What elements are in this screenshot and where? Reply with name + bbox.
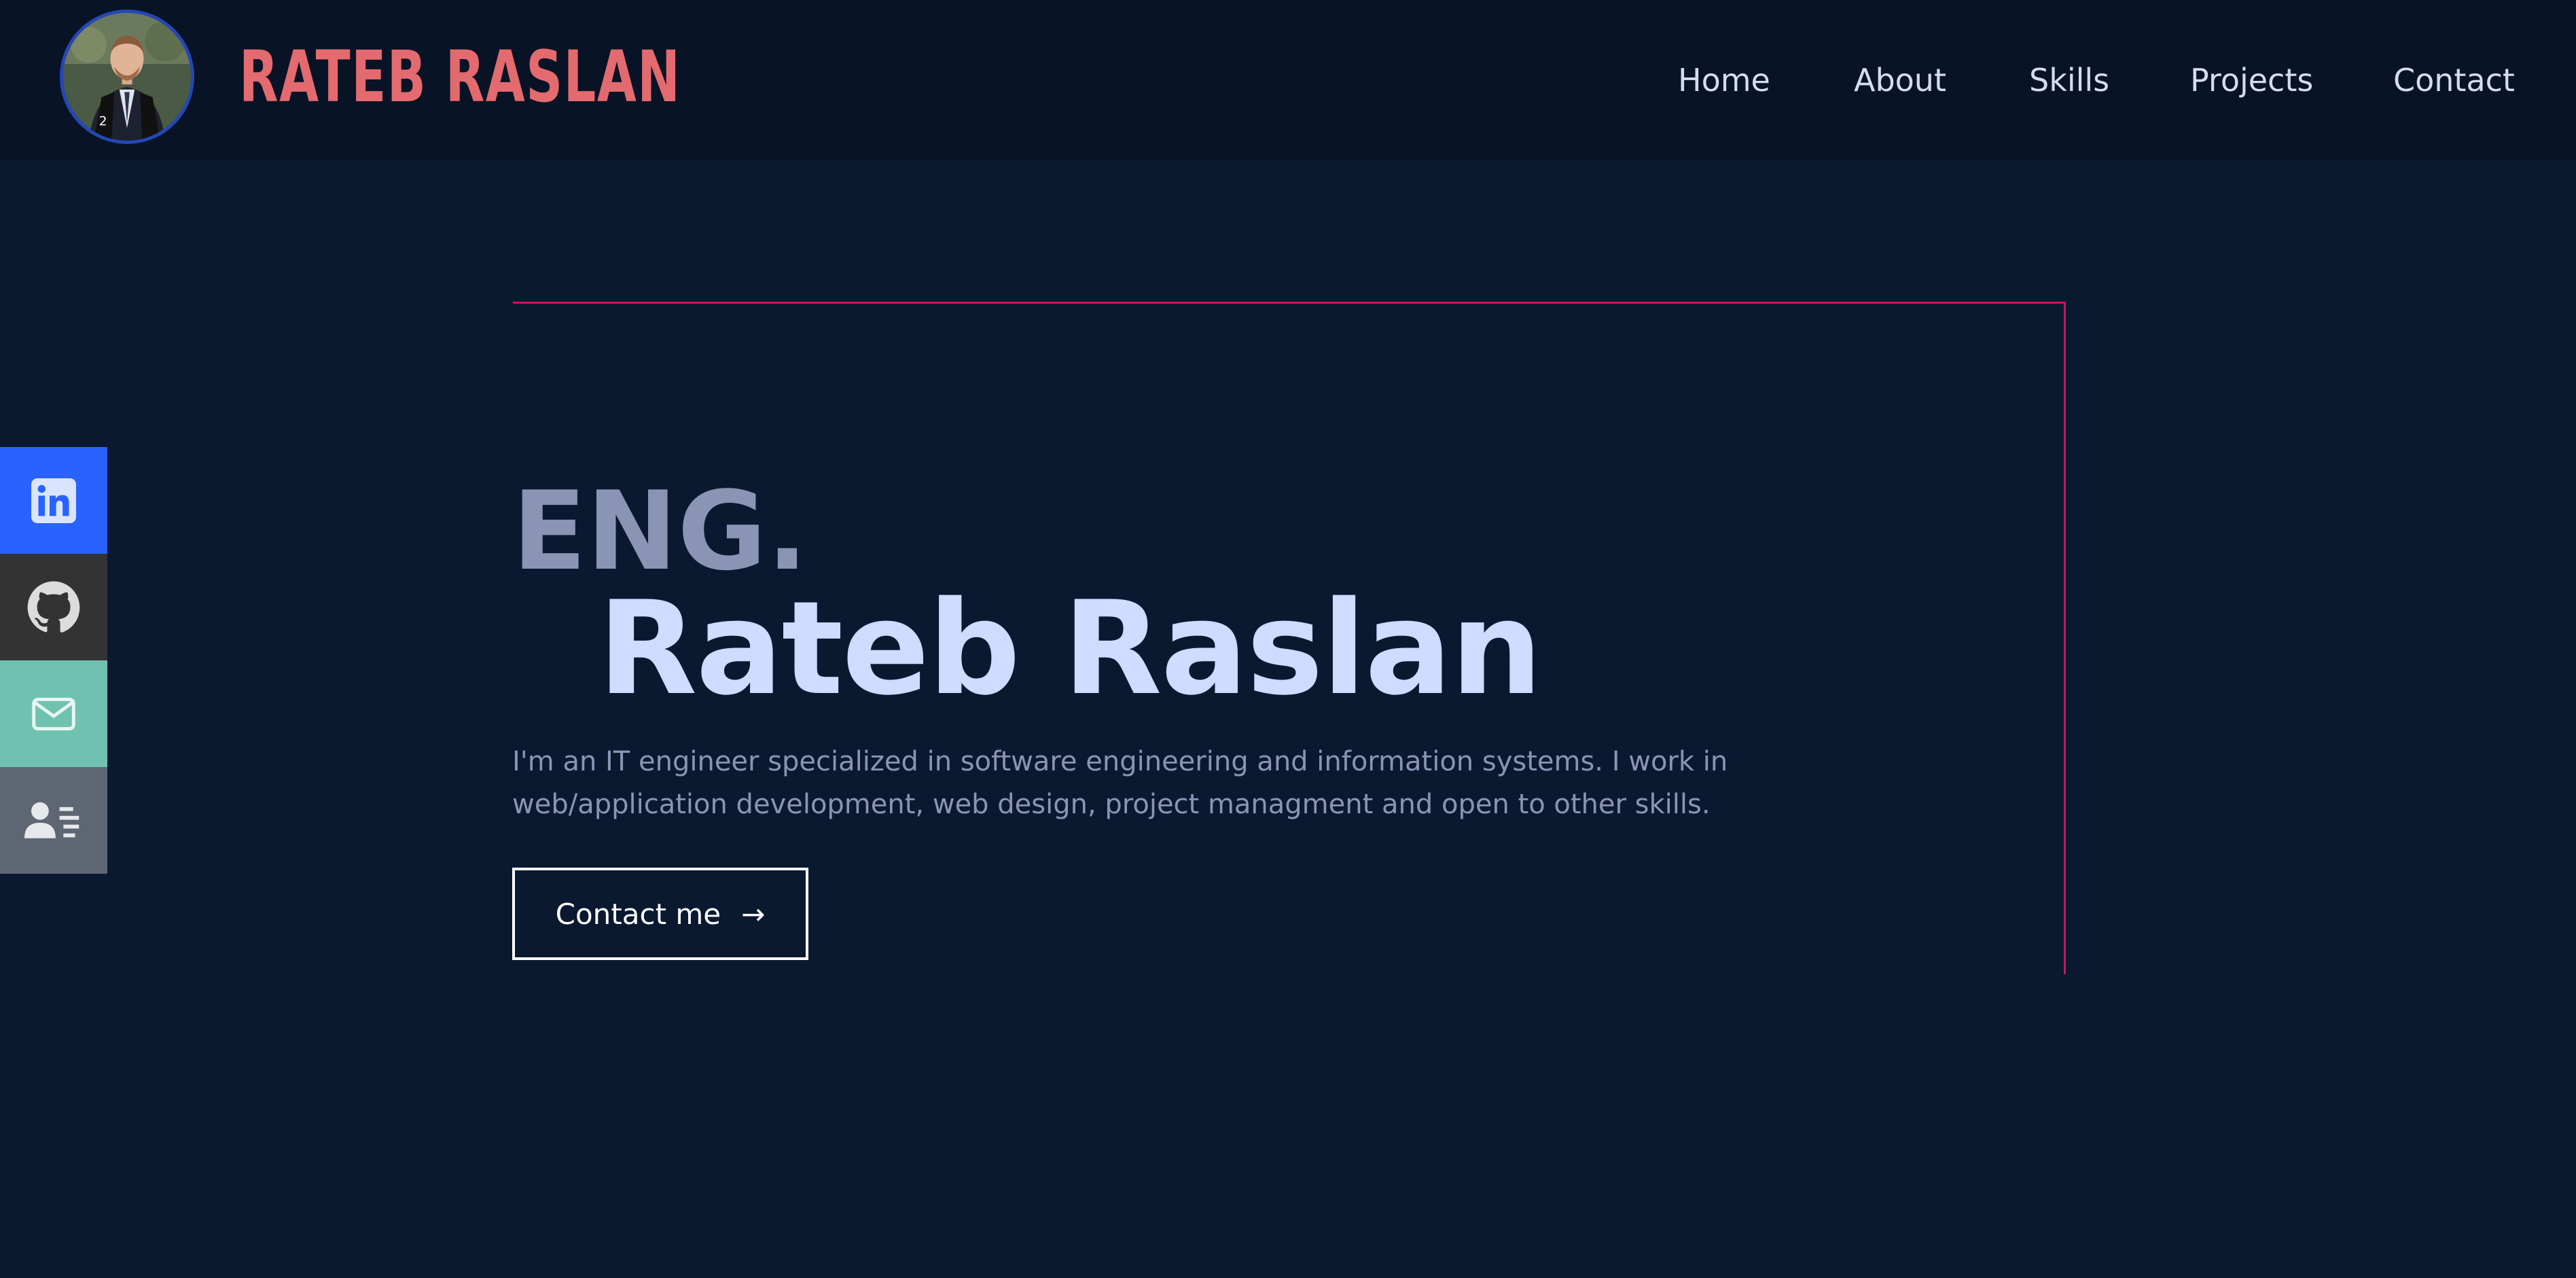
- contact-me-label: Contact me: [555, 897, 721, 931]
- github-link[interactable]: [0, 554, 107, 660]
- nav-contact[interactable]: Contact: [2393, 54, 2515, 106]
- hero-name: Rateb Raslan: [598, 573, 1543, 724]
- hero-bio: I'm an IT engineer specialized in softwa…: [512, 746, 1728, 820]
- avatar[interactable]: 2: [60, 10, 194, 144]
- profile-photo: 2: [63, 13, 191, 141]
- mail-icon: [32, 697, 75, 730]
- svg-text:2: 2: [99, 114, 107, 128]
- arrow-right-icon: →: [741, 897, 766, 931]
- nav-skills[interactable]: Skills: [2029, 54, 2109, 106]
- resume-link[interactable]: [0, 767, 107, 874]
- brand-logo-text[interactable]: RATEB RASLAN: [239, 39, 681, 114]
- nav-about[interactable]: About: [1854, 54, 1946, 106]
- hero-frame-right-line: [2064, 302, 2066, 974]
- linkedin-icon: [31, 478, 76, 523]
- linkedin-link[interactable]: [0, 447, 107, 554]
- email-link[interactable]: [0, 660, 107, 767]
- nav-projects[interactable]: Projects: [2190, 54, 2313, 106]
- hero-frame-top-line: [513, 302, 2066, 304]
- contact-me-button[interactable]: Contact me →: [512, 868, 808, 960]
- nav-home[interactable]: Home: [1678, 54, 1770, 106]
- github-icon: [27, 581, 80, 633]
- resume-icon: [24, 802, 79, 838]
- top-navbar: 2 RATEB RASLAN Home About Skills Project…: [0, 0, 2576, 160]
